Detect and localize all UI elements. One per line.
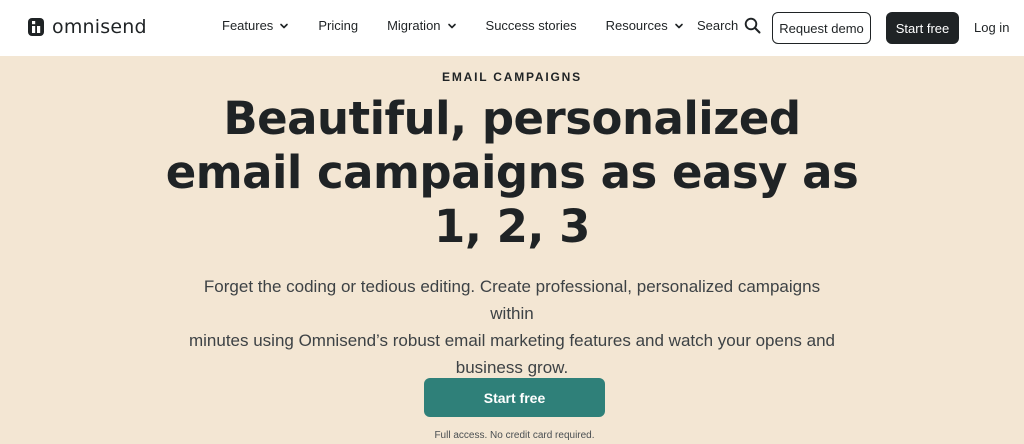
menu-item-migration[interactable]: Migration <box>387 18 456 33</box>
section-eyebrow: EMAIL CAMPAIGNS <box>442 70 582 84</box>
hero-subtitle: Forget the coding or tedious editing. Cr… <box>180 273 844 381</box>
menu-item-resources[interactable]: Resources <box>606 18 684 33</box>
chevron-down-icon <box>280 23 289 28</box>
headline-line: 1, 2, 3 <box>434 200 590 253</box>
chevron-down-icon <box>447 23 456 28</box>
no-credit-card-note: Full access. No credit card required. <box>434 430 595 441</box>
menu-item-label: Pricing <box>318 18 359 33</box>
menu-item-label: Features <box>222 18 274 33</box>
menu-item-label: Migration <box>387 18 441 33</box>
menu-item-features[interactable]: Features <box>222 18 289 33</box>
menu-item-label: Success stories <box>485 18 577 33</box>
subtitle-line: Forget the coding or tedious editing. Cr… <box>203 277 821 323</box>
start-free-cta-button[interactable]: Start free <box>424 378 605 417</box>
search-button[interactable]: Search <box>697 17 761 34</box>
omnisend-logo[interactable]: omnisend <box>28 14 147 40</box>
subtitle-line: business grow. <box>455 358 569 377</box>
headline-line: Beautiful, personalized <box>223 92 801 145</box>
logo-text: omnisend <box>52 16 147 38</box>
menu-item-pricing[interactable]: Pricing <box>318 18 358 33</box>
top-navigation-bar: omnisend Features Pricing Migration Succ… <box>0 0 1024 56</box>
login-link[interactable]: Log in <box>974 20 1009 35</box>
start-free-nav-button[interactable]: Start free <box>886 12 959 44</box>
hero-headline: Beautiful, personalized email campaigns … <box>112 92 912 254</box>
omnisend-logo-icon <box>28 18 44 36</box>
subtitle-line: minutes using Omnisend’s robust email ma… <box>188 331 836 350</box>
search-label: Search <box>697 18 739 33</box>
menu-item-success-stories[interactable]: Success stories <box>486 18 577 33</box>
chevron-down-icon <box>674 23 683 28</box>
search-icon <box>744 17 761 34</box>
main-menu: Features Pricing Migration Success stori… <box>222 18 684 33</box>
menu-item-label: Resources <box>605 18 668 33</box>
headline-line: email campaigns as easy as <box>165 146 859 199</box>
request-demo-button[interactable]: Request demo <box>772 12 871 44</box>
